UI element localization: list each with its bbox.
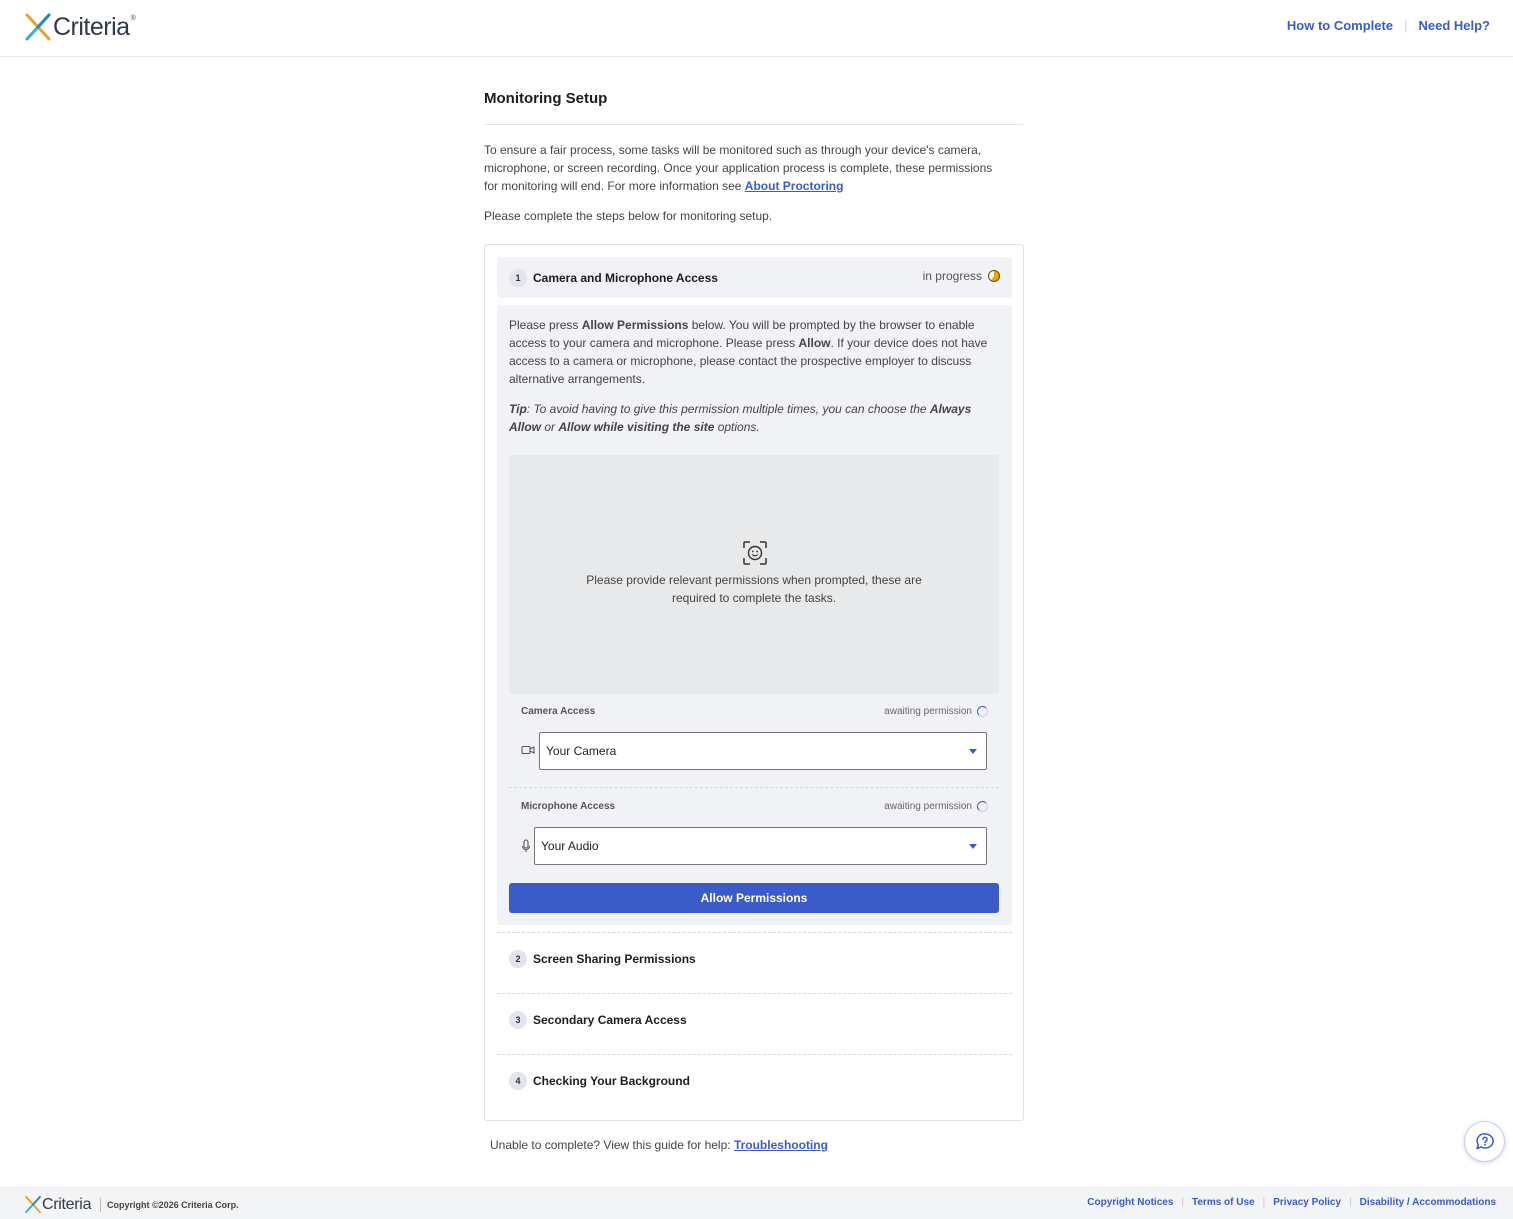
instruction-text: Please press <box>509 318 582 332</box>
main-content: Monitoring Setup To ensure a fair proces… <box>484 88 1023 225</box>
camera-preview: Please provide relevant permissions when… <box>509 455 999 694</box>
copyright: Copyright ©2026 Criteria Corp. <box>100 1198 239 1212</box>
step-4-header[interactable]: 4 Checking Your Background <box>497 1060 1012 1101</box>
step-title: Camera and Microphone Access <box>533 270 718 285</box>
step-1-panel: Please press Allow Permissions below. Yo… <box>497 305 1012 925</box>
step-title: Screen Sharing Permissions <box>533 951 696 966</box>
chat-support-button[interactable] <box>1464 1121 1505 1162</box>
chat-bubble-icon <box>1475 1132 1494 1149</box>
microphone-select[interactable]: Your Audio <box>534 827 987 865</box>
step-divider <box>497 993 1012 994</box>
intro-body: To ensure a fair process, some tasks wil… <box>484 143 993 193</box>
step-divider <box>497 932 1012 933</box>
footer-divider <box>100 1198 101 1212</box>
troubleshooting-link[interactable]: Troubleshooting <box>734 1138 828 1152</box>
loading-spinner-icon <box>977 706 988 717</box>
step-title: Checking Your Background <box>533 1073 690 1088</box>
microphone-select-value: Your Audio <box>541 839 599 853</box>
permissions-instructions: Please press Allow Permissions below. Yo… <box>509 316 994 388</box>
step-1-header[interactable]: 1 Camera and Microphone Access in progre… <box>497 257 1012 298</box>
header-links: How to Complete | Need Help? <box>1287 18 1490 33</box>
instruction-emphasis: Allow <box>798 336 831 350</box>
chevron-down-icon <box>969 844 977 849</box>
steps-instruction: Please complete the steps below for moni… <box>484 209 773 223</box>
tip-body: : To avoid having to give this permissio… <box>526 402 930 416</box>
criteria-mark-icon <box>25 1195 41 1214</box>
copyright-notices-link[interactable]: Copyright Notices <box>1087 1197 1173 1208</box>
tip-emphasis: Allow while visiting the site <box>558 420 715 434</box>
camera-select-value: Your Camera <box>546 744 617 758</box>
setup-steps-card: 1 Camera and Microphone Access in progre… <box>484 244 1024 1121</box>
step-title: Secondary Camera Access <box>533 1012 687 1027</box>
video-camera-icon <box>521 745 535 755</box>
access-divider <box>509 787 999 788</box>
page-title: Monitoring Setup <box>484 90 608 107</box>
step-3-header[interactable]: 3 Secondary Camera Access <box>497 999 1012 1040</box>
link-separator: | <box>1181 1197 1184 1208</box>
face-scan-icon <box>743 541 767 565</box>
microphone-status: awaiting permission <box>884 801 988 812</box>
step-number: 4 <box>509 1071 527 1090</box>
help-text: Unable to complete? View this guide for … <box>490 1138 734 1152</box>
camera-status-text: awaiting permission <box>884 706 972 717</box>
tip-label: Tip <box>509 402 527 416</box>
footer-logo: Criteria <box>24 1195 91 1214</box>
preview-message: Please provide relevant permissions when… <box>586 573 922 605</box>
step-2-header[interactable]: 2 Screen Sharing Permissions <box>497 938 1012 979</box>
page-footer: Criteria Copyright ©2026 Criteria Corp. … <box>0 1187 1513 1219</box>
in-progress-icon <box>988 270 1000 282</box>
intro-text: To ensure a fair process, some tasks wil… <box>484 141 1004 195</box>
top-header: Criteria ® How to Complete | Need Help? <box>0 0 1513 57</box>
criteria-mark-icon <box>25 13 51 41</box>
loading-spinner-icon <box>977 801 988 812</box>
about-proctoring-link[interactable]: About Proctoring <box>745 179 844 193</box>
terms-of-use-link[interactable]: Terms of Use <box>1192 1197 1255 1208</box>
how-to-complete-link[interactable]: How to Complete <box>1287 18 1393 33</box>
footer-links: Copyright Notices | Terms of Use | Priva… <box>1087 1197 1496 1208</box>
chevron-down-icon <box>969 749 977 754</box>
camera-status: awaiting permission <box>884 706 988 717</box>
microphone-status-text: awaiting permission <box>884 801 972 812</box>
criteria-logo[interactable]: Criteria ® <box>24 12 136 42</box>
link-separator: | <box>1404 18 1408 33</box>
copyright-text: Copyright ©2026 Criteria Corp. <box>107 1200 239 1210</box>
allow-permissions-button[interactable]: Allow Permissions <box>509 883 999 913</box>
privacy-policy-link[interactable]: Privacy Policy <box>1273 1197 1341 1208</box>
instruction-emphasis: Allow Permissions <box>581 318 689 332</box>
need-help-link[interactable]: Need Help? <box>1418 18 1490 33</box>
brand-name: Criteria <box>53 13 130 41</box>
status-text: in progress <box>922 269 982 283</box>
title-divider <box>484 124 1023 125</box>
tip-body: options. <box>714 420 760 434</box>
trademark-mark: ® <box>130 15 136 22</box>
tip-body: or <box>541 420 559 434</box>
link-separator: | <box>1262 1197 1266 1208</box>
tip-text: Tip: To avoid having to give this permis… <box>509 400 994 436</box>
camera-access-label: Camera Access <box>521 706 596 717</box>
troubleshooting-line: Unable to complete? View this guide for … <box>490 1138 828 1152</box>
step-number: 2 <box>509 949 527 968</box>
microphone-access-label: Microphone Access <box>521 801 616 812</box>
step-status: in progress <box>923 269 1000 283</box>
step-number: 1 <box>509 268 527 287</box>
link-separator: | <box>1349 1197 1352 1208</box>
microphone-icon <box>521 839 531 852</box>
step-divider <box>497 1054 1012 1055</box>
footer-brand: Criteria <box>42 1195 92 1213</box>
step-number: 3 <box>509 1010 527 1029</box>
camera-select[interactable]: Your Camera <box>539 732 987 770</box>
accommodations-link[interactable]: Disability / Accommodations <box>1360 1197 1496 1208</box>
